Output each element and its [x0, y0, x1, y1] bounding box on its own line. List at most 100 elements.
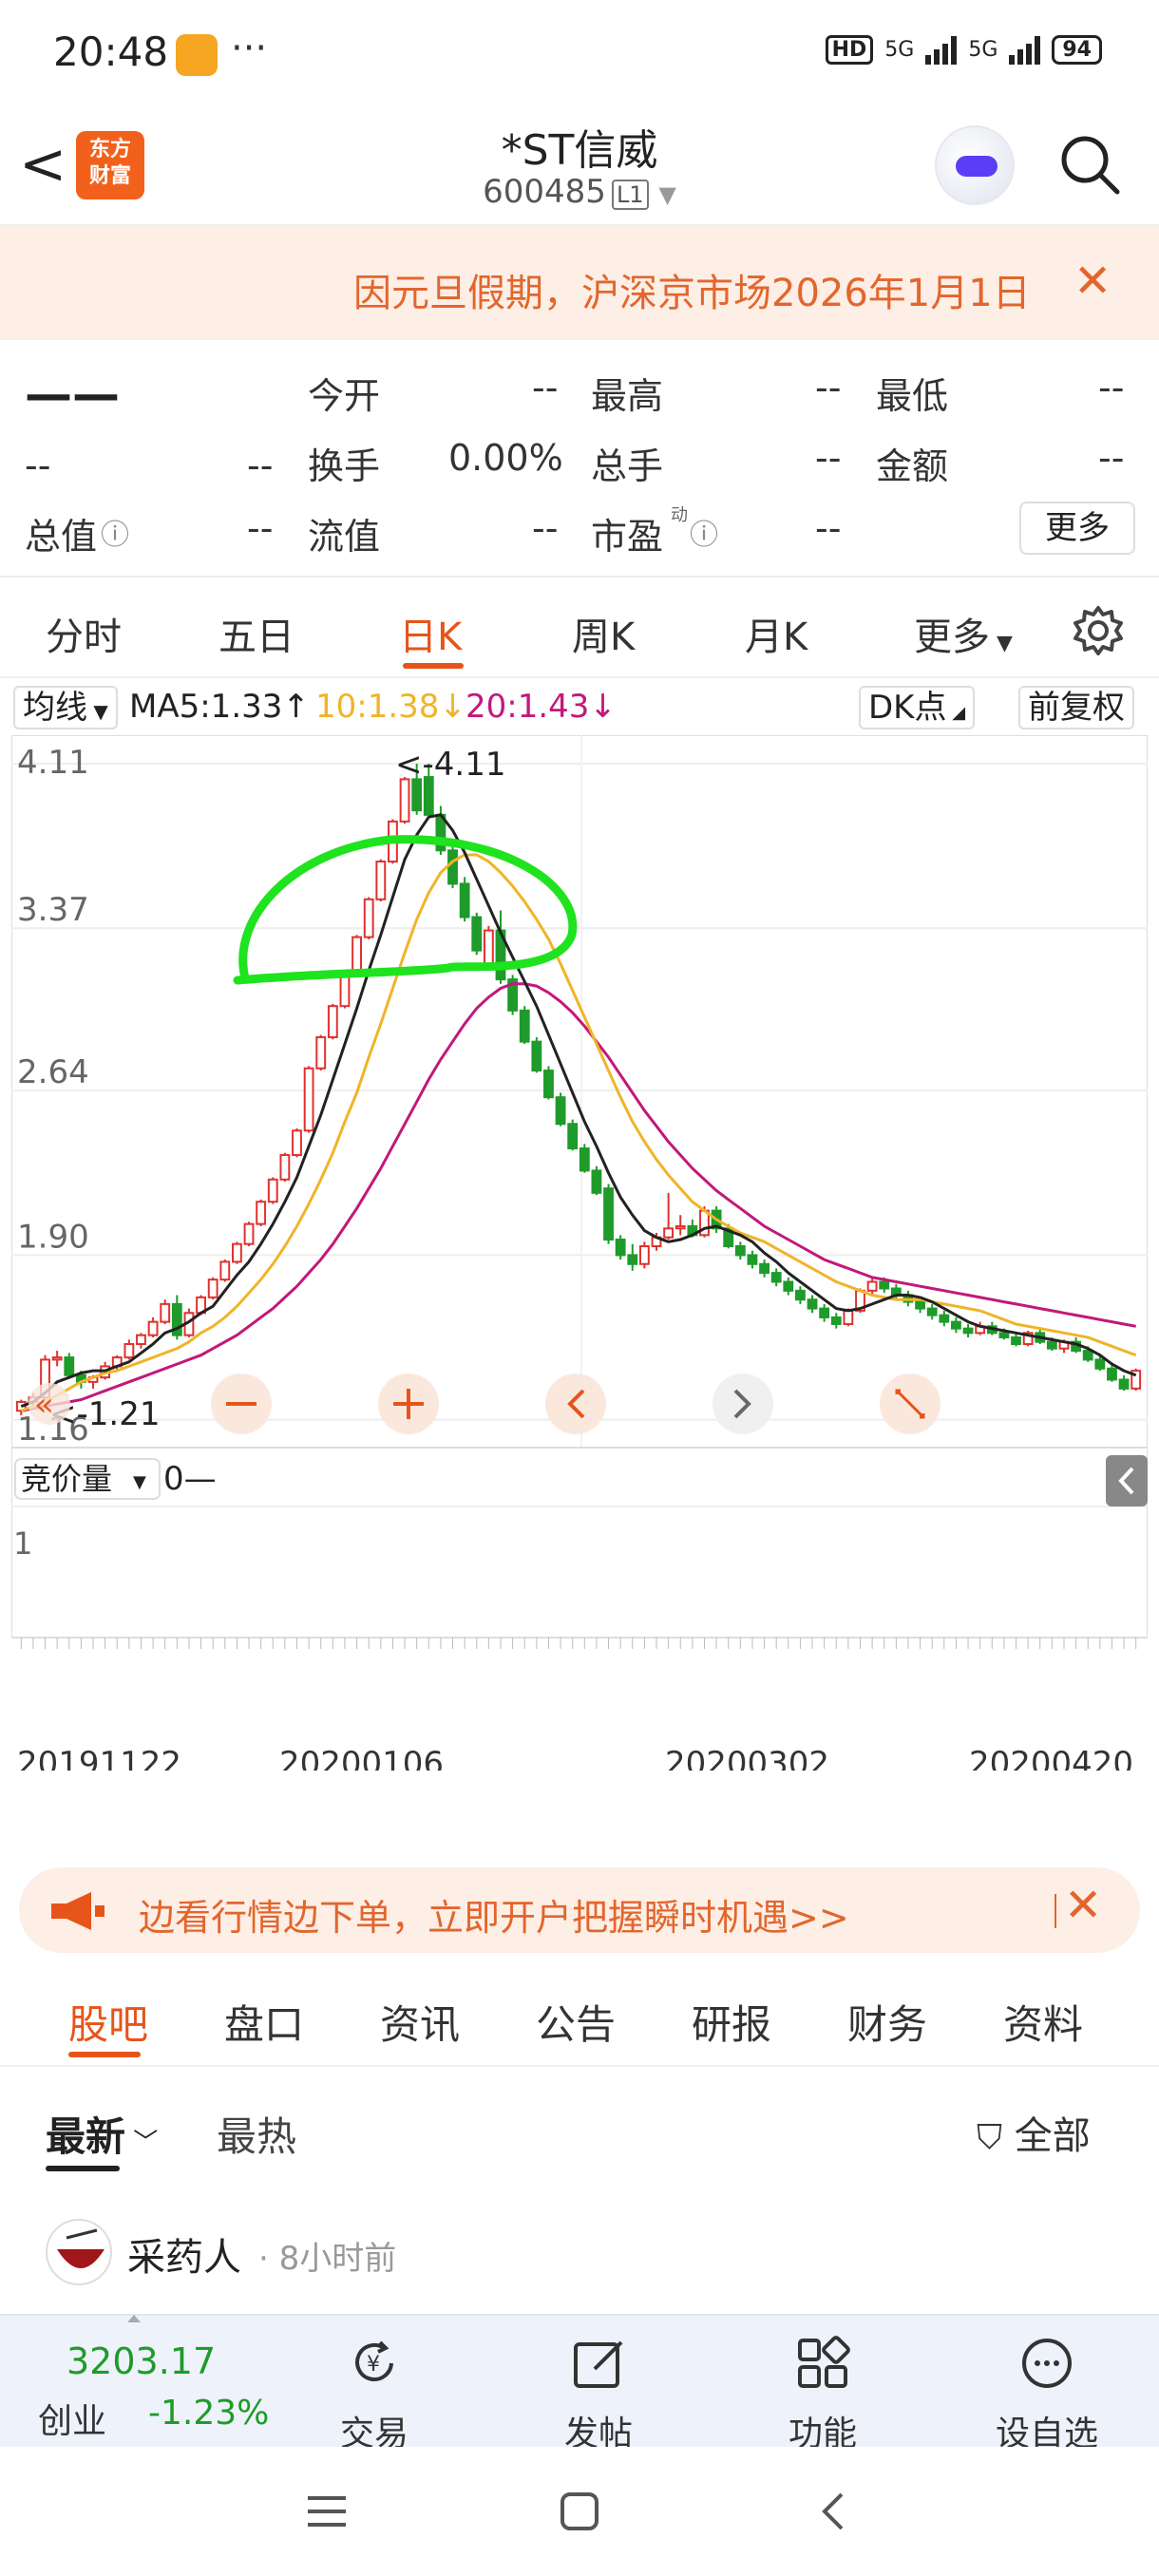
- more-circle-icon: [1022, 2339, 1072, 2388]
- tab-weekly-k[interactable]: 周K: [572, 606, 635, 661]
- tab-profile[interactable]: 资料: [1003, 1993, 1083, 2051]
- y-tick-1: 3.37: [17, 891, 89, 929]
- ad-close-icon[interactable]: ✕: [1064, 1879, 1102, 1932]
- next-button[interactable]: [712, 1373, 773, 1434]
- pe-label: 市盈: [591, 516, 664, 558]
- tab-daily-k[interactable]: 日K: [399, 606, 462, 661]
- collapse-side-button[interactable]: [1106, 1455, 1148, 1506]
- svg-text:▼: ▼: [133, 1472, 146, 1492]
- candle: [315, 1034, 327, 1071]
- y-tick-3: 1.90: [17, 1218, 89, 1256]
- ma-select[interactable]: 均线 ▼: [13, 686, 118, 729]
- tab-intraday[interactable]: 分时: [46, 606, 122, 661]
- system-navigation-bar: [0, 2447, 1159, 2576]
- amount-value: --: [1098, 437, 1125, 479]
- fullscreen-button[interactable]: [880, 1373, 940, 1434]
- tab-order-book[interactable]: 盘口: [224, 1993, 304, 2051]
- total-value-label: 总值: [25, 516, 98, 558]
- tab-more[interactable]: 更多 ▼: [914, 606, 1013, 661]
- filter-icon: ⛉: [977, 2118, 1003, 2157]
- ma5-value: MA5:1.33↑: [129, 688, 310, 726]
- signal-icon-2: [1009, 34, 1041, 65]
- kline-chart[interactable]: 4.11 3.37 2.64 1.90 1.16 <-4.11 <-1.21 «…: [11, 735, 1148, 1771]
- scroll-left-icon[interactable]: «: [28, 1383, 70, 1425]
- functions-button[interactable]: 功能: [747, 2335, 899, 2455]
- tab-five-day[interactable]: 五日: [218, 606, 294, 661]
- candle: [603, 1184, 614, 1244]
- filter-label: 全部: [1014, 2114, 1091, 2158]
- candle: [160, 1299, 171, 1324]
- chevron-down-icon-sort: ﹀: [125, 2129, 159, 2157]
- volume-select[interactable]: 竞价量 ▼: [14, 1458, 161, 1500]
- candle: [279, 1152, 291, 1183]
- current-price: ——: [25, 367, 120, 422]
- back-nav-icon[interactable]: [813, 2491, 855, 2532]
- previous-button[interactable]: [545, 1373, 606, 1434]
- adjust-select[interactable]: 前复权: [1018, 686, 1134, 729]
- candle: [292, 1127, 302, 1158]
- pe-value: --: [815, 507, 842, 549]
- candle: [64, 1353, 75, 1378]
- info-icon[interactable]: ⓘ: [101, 511, 129, 553]
- svg-text:¥: ¥: [367, 2353, 380, 2377]
- post-item[interactable]: 采药人 · 8小时前: [0, 2190, 1159, 2314]
- battery-icon: 94: [1052, 34, 1102, 65]
- y-tick-2: 2.64: [17, 1053, 89, 1091]
- pe-info-icon[interactable]: ⓘ: [690, 511, 718, 553]
- account-open-ad-banner[interactable]: 边看行情边下单，立即开户把握瞬时机遇>> ✕: [19, 1867, 1140, 1953]
- candle: [267, 1177, 278, 1204]
- post-time: · 8小时前: [258, 2240, 397, 2278]
- dk-point-select[interactable]: DK点 ◢: [859, 686, 976, 729]
- post-button[interactable]: 发帖: [522, 2335, 674, 2455]
- tab-research[interactable]: 研报: [692, 1993, 771, 2051]
- candle: [1022, 1330, 1034, 1347]
- zoom-out-button[interactable]: [211, 1373, 272, 1434]
- sort-hot[interactable]: 最热: [217, 2105, 296, 2163]
- candle: [1130, 1368, 1142, 1392]
- app-notification-icon: [176, 34, 218, 76]
- status-bar: 20:48 ··· HD 5G 5G 94: [0, 0, 1159, 104]
- tab-financials[interactable]: 财务: [847, 1993, 927, 2051]
- candle: [231, 1241, 242, 1264]
- trade-button[interactable]: ¥ 交易: [298, 2335, 450, 2455]
- x-tick-3: 20200302: [665, 1745, 829, 1771]
- tab-monthly-k[interactable]: 月K: [745, 606, 808, 661]
- volume-value: 0—: [163, 1460, 217, 1498]
- tab-guba[interactable]: 股吧: [68, 1993, 148, 2051]
- volume-select-label: 竞价量: [21, 1461, 112, 1497]
- tab-news[interactable]: 资讯: [380, 1993, 460, 2051]
- post-author[interactable]: 采药人: [127, 2226, 241, 2282]
- sort-latest[interactable]: 最新 ﹀: [46, 2105, 158, 2163]
- index-change: -1.23%: [148, 2394, 270, 2433]
- high-value: --: [815, 367, 842, 408]
- candle: [543, 1066, 554, 1100]
- price-change-pct: --: [247, 445, 274, 486]
- low-value: --: [1098, 367, 1125, 408]
- assistant-robot-icon[interactable]: [935, 125, 1015, 205]
- price-change: --: [25, 445, 51, 486]
- tab-announcements[interactable]: 公告: [536, 1993, 616, 2051]
- x-tick-1: 20191122: [17, 1745, 181, 1771]
- add-watchlist-button[interactable]: 设自选: [971, 2335, 1123, 2455]
- gear-icon[interactable]: [1070, 602, 1127, 659]
- chart-period-tabs: 分时 五日 日K 周K 月K 更多 ▼: [0, 578, 1159, 678]
- index-value: 3203.17: [66, 2340, 217, 2382]
- holiday-notice-banner: 因元旦假期，沪深京市场2026年1月1日 ✕: [0, 226, 1159, 340]
- candle: [471, 912, 483, 956]
- float-value-label: 流值: [308, 516, 381, 558]
- search-icon[interactable]: [1056, 131, 1123, 198]
- ma20-value: 20:1.43↓: [466, 688, 617, 726]
- close-icon[interactable]: ✕: [1074, 255, 1112, 308]
- avatar[interactable]: [46, 2219, 112, 2285]
- x-tick-2: 20200106: [279, 1745, 444, 1771]
- total-value-value: --: [247, 507, 274, 549]
- candle: [363, 897, 374, 939]
- filter-button[interactable]: ⛉ 全部: [977, 2105, 1091, 2160]
- zoom-in-button[interactable]: [378, 1373, 439, 1434]
- more-quote-button[interactable]: 更多: [1019, 502, 1135, 555]
- volume-y-tick: 1: [13, 1525, 32, 1562]
- home-icon[interactable]: [559, 2491, 600, 2532]
- megaphone-icon: [51, 1892, 104, 1930]
- menu-icon[interactable]: [306, 2491, 348, 2532]
- candle: [615, 1235, 626, 1260]
